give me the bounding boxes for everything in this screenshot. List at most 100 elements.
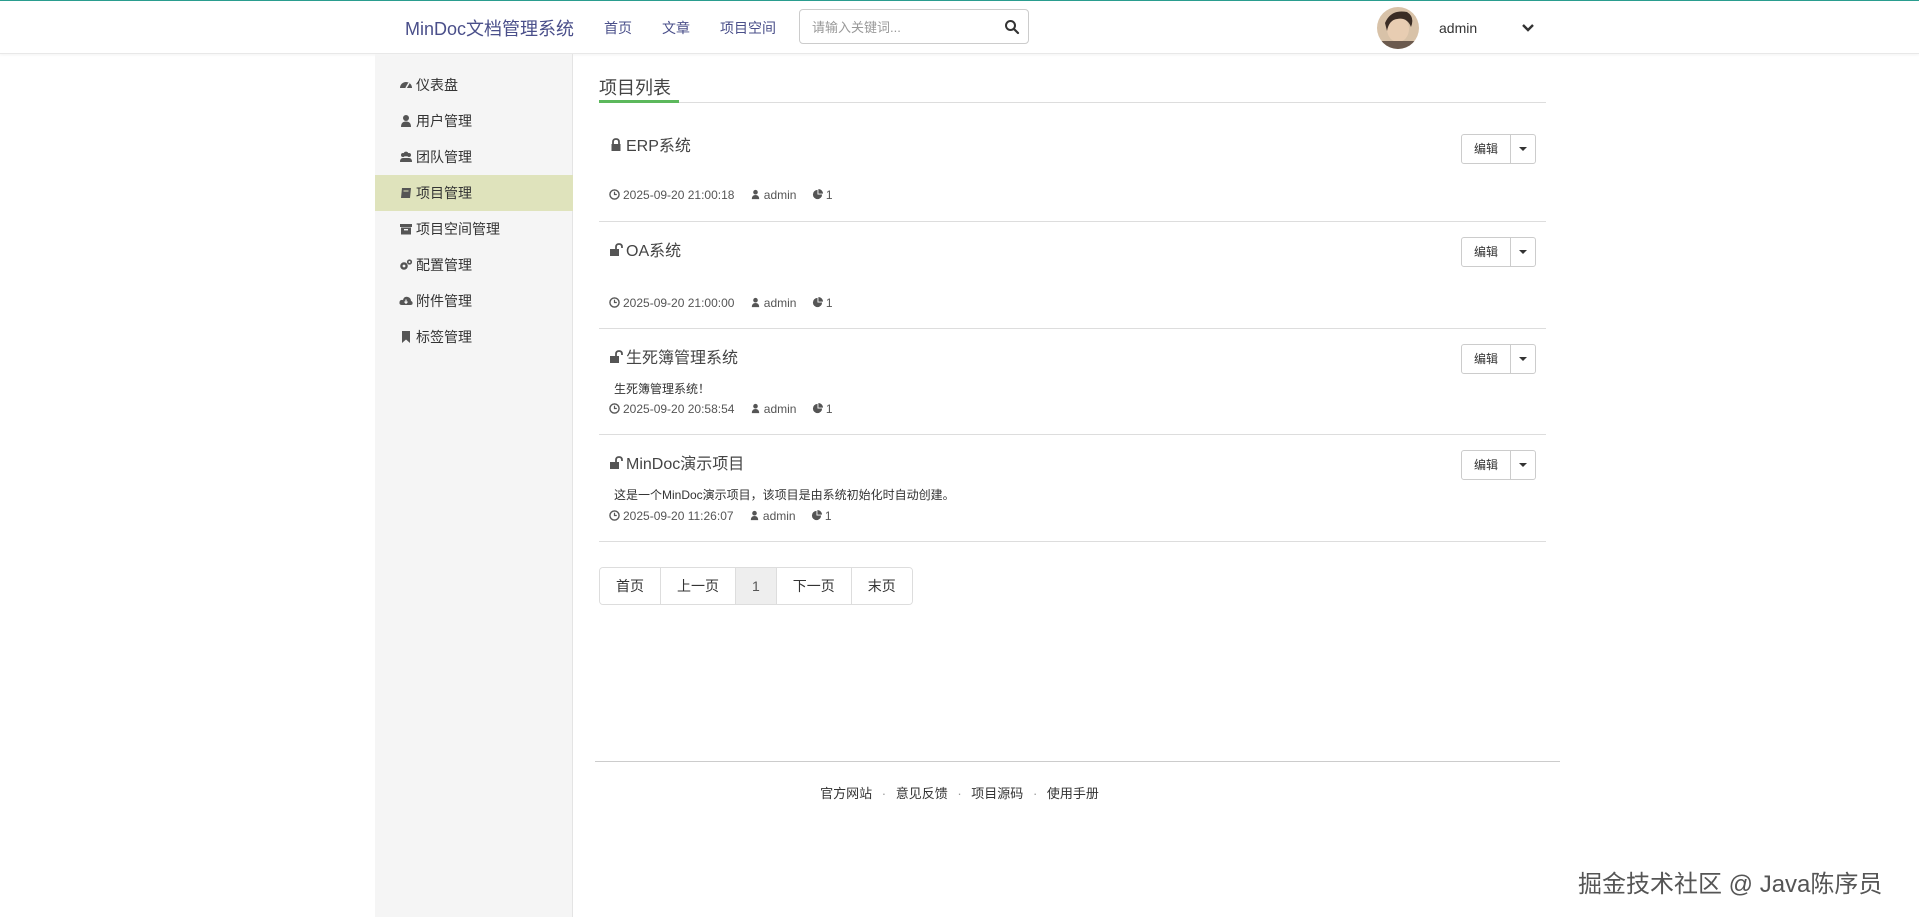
edit-button[interactable]: 编辑 (1462, 451, 1511, 479)
edit-button-group: 编辑 (1461, 450, 1536, 480)
user-icon (751, 189, 759, 200)
footer-link-source[interactable]: 项目源码 (971, 786, 1023, 801)
project-count: 1 (825, 296, 833, 310)
caret-down-icon (1519, 250, 1527, 254)
pie-chart-icon (812, 403, 823, 414)
edit-button-group: 编辑 (1461, 134, 1536, 164)
sidebar-item-label: 项目管理 (416, 185, 472, 201)
brand-logo[interactable]: MinDoc文档管理系统 (405, 15, 574, 41)
avatar[interactable] (1377, 7, 1419, 49)
pager-page-1[interactable]: 1 (736, 568, 777, 604)
project-time: 2025-09-20 11:26:07 (623, 509, 734, 523)
clock-icon (609, 403, 620, 414)
footer-link-manual[interactable]: 使用手册 (1047, 786, 1099, 801)
edit-button[interactable]: 编辑 (1462, 238, 1511, 266)
sidebar-item-tags[interactable]: 标签管理 (375, 319, 573, 355)
sidebar-item-config[interactable]: 配置管理 (375, 247, 573, 283)
dropdown-toggle-button[interactable] (1511, 345, 1535, 373)
project-author: admin (763, 296, 797, 310)
pie-chart-icon (811, 510, 822, 521)
sidebar-item-label: 团队管理 (416, 149, 472, 165)
caret-down-icon (1519, 463, 1527, 467)
project-description: 生死簿管理系统！ (614, 382, 711, 396)
dropdown-toggle-button[interactable] (1511, 135, 1535, 163)
footer-link-feedback[interactable]: 意见反馈 (896, 786, 948, 801)
project-meta: 2025-09-20 11:26:07 admin 1 (609, 509, 844, 523)
project-meta: 2025-09-20 21:00:18 admin 1 (609, 188, 845, 202)
sidebar-item-label: 配置管理 (416, 257, 472, 273)
project-author: admin (763, 402, 797, 416)
nav-home[interactable]: 首页 (604, 18, 632, 38)
pager-first[interactable]: 首页 (600, 568, 661, 604)
list-item: 生死簿管理系统 生死簿管理系统！ 2025-09-20 20:58:54 adm… (599, 329, 1546, 435)
pie-chart-icon (812, 189, 823, 200)
project-title[interactable]: MinDoc演示项目 (609, 450, 744, 474)
page-title: 项目列表 (599, 78, 671, 98)
sidebar-item-projects[interactable]: 项目管理 (375, 175, 573, 211)
footer-separator: · (881, 786, 887, 801)
pager-prev[interactable]: 上一页 (661, 568, 736, 604)
project-title[interactable]: 生死簿管理系统 (609, 344, 738, 368)
sidebar-item-attachments[interactable]: 附件管理 (375, 283, 573, 319)
sidebar-item-label: 项目空间管理 (416, 221, 500, 237)
project-time: 2025-09-20 20:58:54 (623, 402, 735, 416)
unlock-icon (610, 456, 623, 469)
edit-button-group: 编辑 (1461, 344, 1536, 374)
sidebar-item-dashboard[interactable]: 仪表盘 (375, 67, 573, 103)
dropdown-toggle-button[interactable] (1511, 238, 1535, 266)
sidebar-item-users[interactable]: 用户管理 (375, 103, 573, 139)
watermark: 掘金技术社区 @ Java陈序员 (1578, 871, 1883, 898)
lock-icon (611, 138, 621, 151)
project-description: 这是一个MinDoc演示项目，该项目是由系统初始化时自动创建。 (614, 488, 955, 502)
search-box (799, 9, 1029, 44)
pager-last[interactable]: 末页 (851, 568, 912, 604)
title-underline (599, 100, 679, 103)
nav-project-space[interactable]: 项目空间 (720, 18, 776, 38)
project-title[interactable]: ERP系统 (609, 132, 691, 156)
sidebar-item-label: 仪表盘 (416, 77, 458, 93)
search-input[interactable] (812, 18, 992, 36)
clock-icon (609, 297, 620, 308)
project-meta: 2025-09-20 20:58:54 admin 1 (609, 402, 845, 416)
user-name[interactable]: admin (1439, 20, 1477, 36)
user-icon (401, 115, 411, 127)
edit-button[interactable]: 编辑 (1462, 135, 1511, 163)
edit-button-group: 编辑 (1461, 237, 1536, 267)
book-icon (401, 188, 411, 198)
search-icon[interactable] (1004, 19, 1020, 35)
dropdown-toggle-button[interactable] (1511, 451, 1535, 479)
footer-link-official-site[interactable]: 官方网站 (820, 786, 872, 801)
footer-separator: · (957, 786, 962, 801)
project-count: 1 (824, 509, 832, 523)
project-title[interactable]: OA系统 (609, 237, 681, 261)
project-author: admin (763, 188, 797, 202)
project-meta: 2025-09-20 21:00:00 admin 1 (609, 296, 845, 310)
caret-down-icon (1519, 357, 1527, 361)
sidebar-item-label: 附件管理 (416, 293, 472, 309)
project-name: MinDoc演示项目 (626, 456, 745, 473)
user-icon (751, 403, 759, 414)
nav-articles[interactable]: 文章 (662, 18, 690, 38)
sidebar-item-teams[interactable]: 团队管理 (375, 139, 573, 175)
list-item: ERP系统 2025-09-20 21:00:18 admin 1 编辑 (599, 124, 1546, 222)
project-count: 1 (825, 188, 833, 202)
pagination: 首页 上一页 1 下一页 末页 (599, 567, 913, 605)
pager-next[interactable]: 下一页 (776, 568, 852, 604)
clock-icon (609, 510, 620, 521)
footer-divider (595, 761, 1560, 762)
edit-button[interactable]: 编辑 (1462, 345, 1511, 373)
users-icon (400, 151, 412, 162)
clock-icon (609, 189, 620, 200)
user-icon (750, 510, 759, 521)
unlock-icon (610, 350, 623, 363)
footer: 官方网站 · 意见反馈 · 项目源码 · 使用手册 (0, 783, 1919, 802)
bookmark-icon (402, 331, 410, 343)
list-item: OA系统 2025-09-20 21:00:00 admin 1 编辑 (599, 222, 1546, 329)
sidebar-item-project-space[interactable]: 项目空间管理 (375, 211, 573, 247)
archive-icon (400, 224, 412, 235)
project-time: 2025-09-20 21:00:00 (623, 296, 735, 310)
chevron-down-icon[interactable] (1520, 20, 1536, 36)
dashboard-icon (400, 82, 412, 89)
gears-icon (400, 259, 413, 270)
project-time: 2025-09-20 21:00:18 (623, 188, 735, 202)
